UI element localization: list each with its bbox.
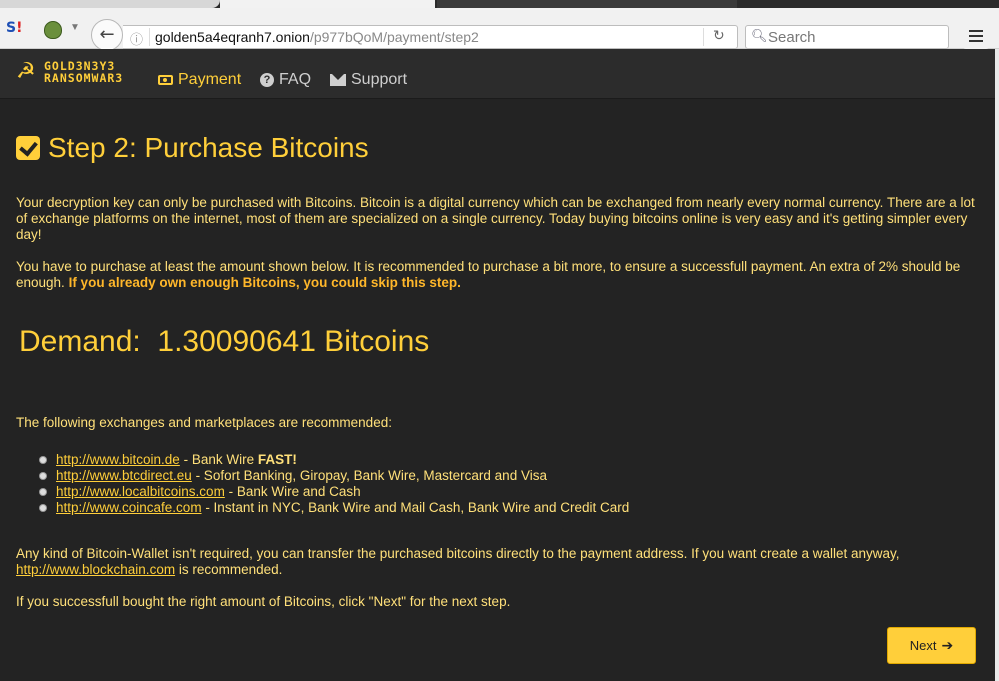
exchange-desc: - Sofort Banking, Giropay, Bank Wire, Ma… — [191, 468, 547, 483]
exchange-desc: - Bank Wire — [179, 452, 258, 467]
tab-active[interactable] — [220, 0, 435, 8]
nav-support-label: Support — [351, 71, 408, 88]
skip-note: If you already own enough Bitcoins, you … — [68, 275, 461, 290]
amount-paragraph: You have to purchase at least the amount… — [16, 259, 976, 291]
fast-badge: FAST! — [257, 452, 297, 467]
list-item: http://www.btcdirect.eu - Sofort Banking… — [40, 468, 976, 484]
page-content: Step 2: Purchase Bitcoins Your decryptio… — [16, 98, 976, 610]
site-navbar: ☭ GOLD3N3Y3 RANSOMWAR3 Payment ? FAQ Sup… — [0, 49, 995, 99]
nav-support[interactable]: Support — [330, 71, 407, 89]
exchange-link-localbitcoins[interactable]: http://www.localbitcoins.com — [56, 484, 225, 499]
tab-next[interactable] — [437, 0, 737, 8]
url-divider — [149, 28, 150, 46]
list-item: http://www.coincafe.com - Instant in NYC… — [40, 500, 976, 516]
question-circle-icon: ? — [260, 73, 274, 87]
demand-value: 1.30090641 Bitcoins — [157, 325, 430, 358]
wallet-text: Any kind of Bitcoin-Wallet isn't require… — [16, 546, 900, 561]
list-item: http://www.localbitcoins.com - Bank Wire… — [40, 484, 976, 500]
url-divider-right — [703, 28, 704, 46]
exchange-desc: - Instant in NYC, Bank Wire and Mail Cas… — [201, 500, 630, 515]
page-title: Step 2: Purchase Bitcoins — [16, 132, 976, 164]
next-button[interactable]: Next ➔ — [887, 627, 976, 664]
next-button-label: Next — [909, 638, 937, 653]
exchange-link-bitcoin-de[interactable]: http://www.bitcoin.de — [56, 452, 180, 467]
nav-faq[interactable]: ? FAQ — [260, 71, 311, 89]
browser-toolbar: S! ▼ ← ⓘ golden5a4eqranh7.onion/p977bQoM… — [0, 8, 999, 51]
arrow-right-icon: ➔ — [941, 637, 954, 654]
site-logo[interactable]: ☭ GOLD3N3Y3 RANSOMWAR3 — [16, 58, 123, 86]
checkbox-checked-icon — [16, 136, 40, 160]
logo-text-line-2: RANSOMWAR3 — [44, 71, 124, 85]
exchanges-intro: The following exchanges and marketplaces… — [16, 415, 392, 430]
intro-paragraph: Your decryption key can only be purchase… — [16, 195, 975, 242]
envelope-icon — [330, 74, 346, 86]
wallet-tail: is recommended. — [175, 562, 283, 577]
nav-faq-label: FAQ — [279, 71, 312, 88]
reload-icon[interactable]: ↻ — [713, 28, 725, 44]
wallet-paragraph: Any kind of Bitcoin-Wallet isn't require… — [16, 546, 976, 578]
money-icon — [158, 75, 173, 85]
exchange-link-coincafe[interactable]: http://www.coincafe.com — [56, 500, 202, 515]
search-icon: 🔍︎ — [751, 29, 768, 44]
search-input[interactable] — [768, 28, 942, 46]
url-host: golden5a4eqranh7.onion — [155, 29, 310, 45]
nav-payment[interactable]: Payment — [158, 71, 241, 89]
tor-onion-icon[interactable] — [44, 21, 62, 39]
exchange-desc: - Bank Wire and Cash — [224, 484, 361, 499]
page-scrollbar[interactable] — [995, 49, 999, 681]
search-box[interactable]: 🔍︎ — [745, 25, 949, 49]
address-bar[interactable]: ⓘ golden5a4eqranh7.onion/p977bQoM/paymen… — [123, 25, 738, 49]
demand-amount: Demand: 1.30090641 Bitcoins — [19, 325, 976, 359]
tab-strip — [0, 0, 999, 8]
nav-payment-label: Payment — [178, 71, 242, 88]
back-button[interactable]: ← — [91, 19, 123, 51]
page-title-text: Step 2: Purchase Bitcoins — [48, 132, 369, 163]
exchange-list: http://www.bitcoin.de - Bank Wire FAST! … — [16, 452, 976, 516]
next-instructions: If you successfull bought the right amou… — [16, 594, 511, 609]
tab-previous[interactable] — [0, 0, 220, 8]
hammer-sickle-icon: ☭ — [16, 59, 36, 84]
chevron-down-icon[interactable]: ▼ — [70, 22, 80, 33]
blockchain-link[interactable]: http://www.blockchain.com — [16, 562, 175, 577]
logo-text: GOLD3N3Y3 RANSOMWAR3 — [44, 60, 123, 84]
info-icon[interactable]: ⓘ — [130, 29, 143, 48]
list-item: http://www.bitcoin.de - Bank Wire FAST! — [40, 452, 976, 468]
url-text[interactable]: golden5a4eqranh7.onion/p977bQoM/payment/… — [155, 29, 479, 45]
url-path: /p977bQoM/payment/step2 — [309, 29, 479, 45]
demand-label: Demand: — [19, 325, 141, 358]
exchange-link-btcdirect[interactable]: http://www.btcdirect.eu — [56, 468, 192, 483]
hamburger-menu-icon[interactable] — [963, 23, 989, 49]
back-arrow-icon: ← — [99, 24, 115, 45]
noscript-icon[interactable]: S! — [6, 20, 26, 38]
